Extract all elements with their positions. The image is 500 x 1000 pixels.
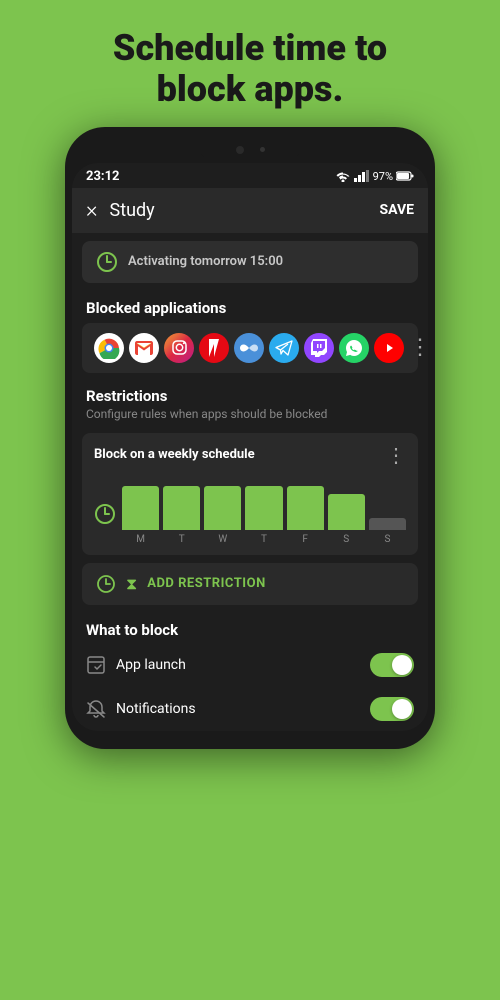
activation-banner: Activating tomorrow 15:00 [82,241,418,283]
headline: Schedule time toblock apps. [73,0,427,127]
app-launch-toggle[interactable] [370,653,414,677]
app-launch-row: App launch [72,643,428,687]
restrictions-title: Restrictions [86,387,414,405]
restrictions-section: Restrictions Configure rules when apps s… [72,379,428,433]
more-apps-button[interactable]: ⋮ [409,335,428,360]
battery-text: 97% [373,170,393,183]
blocked-apps-title: Blocked applications [72,291,428,323]
app-icon-instagram[interactable] [164,333,194,363]
app-icon-twitch[interactable] [304,333,334,363]
activation-text: Activating tomorrow 15:00 [128,254,283,269]
app-launch-icon [86,655,106,675]
chart-label-wed: W [204,534,241,545]
schedule-card-title: Block on a weekly schedule [94,447,255,462]
app-icon-gmail[interactable] [129,333,159,363]
chart-bar-thu [245,475,282,530]
chart-label-mon: M [122,534,159,545]
app-icon-youtube[interactable] [374,333,404,363]
app-launch-label: App launch [116,657,360,673]
screen-title: Study [110,200,368,221]
status-time: 23:12 [86,169,120,184]
close-button[interactable]: × [86,198,98,223]
app-icon-netflix[interactable] [199,333,229,363]
chart-bar-fri [287,475,324,530]
save-button[interactable]: SAVE [380,202,415,218]
add-restriction-label: ADD RESTRICTION [147,576,266,591]
chart-label-sat: S [328,534,365,545]
app-icon-chrome[interactable] [94,333,124,363]
notifications-label: Notifications [116,701,360,717]
schedule-more-button[interactable]: ⋮ [386,443,406,467]
what-to-block-section: What to block App launch [72,613,428,731]
schedule-card: Block on a weekly schedule ⋮ [82,433,418,555]
notifications-row: Notifications [72,687,428,731]
phone-frame: 23:12 97% [65,127,435,749]
notifications-toggle[interactable] [370,697,414,721]
chart-label-thu: T [245,534,282,545]
phone-screen: 23:12 97% [72,163,428,731]
apps-row: ⋮ [82,323,418,373]
schedule-clock-icon [94,503,116,525]
weekly-chart[interactable]: M T W T F S S [122,475,406,545]
chart-bar-tue [163,475,200,530]
restrictions-subtitle: Configure rules when apps should be bloc… [86,407,414,421]
chart-bar-wed [204,475,241,530]
app-icon-telegram[interactable] [269,333,299,363]
what-to-block-title: What to block [72,613,428,643]
chart-label-fri: F [287,534,324,545]
signal-icon [354,170,370,182]
battery-icon [396,171,414,181]
app-icon-raivo[interactable] [234,333,264,363]
app-icon-whatsapp[interactable] [339,333,369,363]
status-bar: 23:12 97% [72,163,428,188]
status-icons: 97% [335,170,414,183]
chart-label-tue: T [163,534,200,545]
chart-bar-sat [328,475,365,530]
add-restriction-clock-icon [96,574,116,594]
hourglass-icon: ⧗ [126,574,137,594]
add-restriction-button[interactable]: ⧗ ADD RESTRICTION [82,563,418,605]
blocked-apps-section: Blocked applications [72,291,428,373]
chart-bar-mon [122,475,159,530]
activation-clock-icon [96,251,118,273]
app-bar: × Study SAVE [72,188,428,233]
notifications-icon [86,699,106,719]
chart-label-sun: S [369,534,406,545]
wifi-icon [335,170,351,182]
chart-bar-sun [369,475,406,530]
